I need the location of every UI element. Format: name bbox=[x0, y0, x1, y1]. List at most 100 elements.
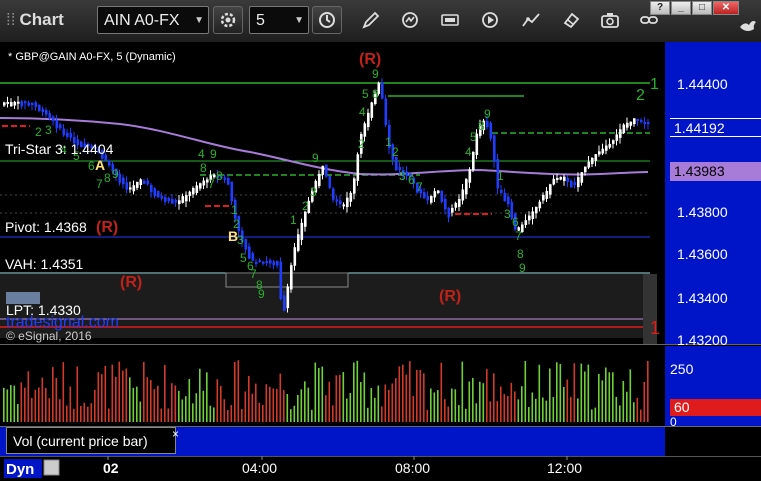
candle-body bbox=[122, 177, 125, 185]
volume-bar bbox=[433, 392, 436, 422]
candle-body bbox=[181, 196, 185, 203]
volume-bar bbox=[206, 372, 208, 422]
ma-price-tag: 1.43983 bbox=[670, 162, 761, 181]
settings-button[interactable] bbox=[213, 6, 243, 34]
candle-body bbox=[447, 207, 451, 218]
candle-body bbox=[356, 154, 360, 181]
volume-bar bbox=[255, 383, 257, 422]
camera-icon[interactable] bbox=[599, 9, 621, 31]
candle-body bbox=[342, 204, 346, 207]
svg-text:7: 7 bbox=[515, 229, 522, 243]
volume-bar bbox=[430, 388, 432, 422]
maximize-button[interactable]: □ bbox=[692, 1, 712, 15]
volume-bar bbox=[10, 385, 12, 422]
candle-body bbox=[612, 140, 615, 144]
volume-bar bbox=[475, 403, 478, 422]
volume-bar bbox=[111, 364, 114, 422]
candle-body bbox=[437, 190, 440, 194]
chart-area[interactable]: 2 34 567 8 9 4 9812356789 1239245 89123 6 7 4589… bbox=[0, 42, 761, 481]
symbol-selector[interactable]: AIN A0-FX ▼ bbox=[97, 6, 209, 34]
candle-body bbox=[549, 184, 552, 195]
calculator-icon[interactable] bbox=[439, 9, 461, 31]
volume-axis-label: 250 bbox=[670, 361, 694, 377]
svg-text:5: 5 bbox=[362, 87, 369, 101]
time-label: 04:00 bbox=[242, 460, 277, 476]
candle-body bbox=[566, 177, 570, 182]
candle-body bbox=[143, 180, 146, 184]
time-button[interactable] bbox=[312, 6, 342, 34]
volume-bar bbox=[34, 389, 37, 422]
volume-bar bbox=[426, 409, 429, 422]
minimize-button[interactable]: _ bbox=[671, 1, 691, 15]
grip-icon[interactable]: ⁞⁞ bbox=[6, 10, 15, 29]
volume-bar bbox=[167, 408, 170, 422]
candle-body bbox=[430, 196, 433, 203]
volume-bar bbox=[528, 407, 530, 422]
volume-bar bbox=[608, 372, 611, 422]
indicator-icon[interactable] bbox=[520, 9, 542, 31]
interval-value: 5 bbox=[256, 12, 265, 29]
candle-body bbox=[629, 121, 633, 126]
candle-body bbox=[325, 164, 328, 177]
svg-text:1: 1 bbox=[231, 203, 238, 217]
volume-bar bbox=[507, 396, 509, 422]
time-label: 02 bbox=[103, 460, 119, 476]
volume-bar bbox=[510, 382, 513, 422]
candle-body bbox=[367, 112, 370, 128]
volume-bar bbox=[521, 386, 523, 422]
refresh-icon[interactable] bbox=[399, 9, 421, 31]
volume-bar bbox=[153, 389, 156, 422]
help-button[interactable]: ? bbox=[650, 1, 670, 15]
lock-icon[interactable] bbox=[43, 459, 60, 476]
svg-text:9: 9 bbox=[312, 151, 319, 165]
pivot-label: Pivot: 1.4368 bbox=[5, 219, 87, 235]
volume-bar bbox=[90, 403, 93, 422]
candle-body bbox=[150, 184, 153, 193]
candle-body bbox=[591, 157, 594, 164]
play-icon[interactable] bbox=[479, 9, 501, 31]
close-icon[interactable]: × bbox=[172, 427, 179, 441]
volume-bar bbox=[174, 385, 177, 422]
eraser-icon[interactable] bbox=[560, 9, 582, 31]
candle-body bbox=[454, 202, 458, 208]
candle-body bbox=[125, 182, 129, 190]
interval-selector[interactable]: 5 ▼ bbox=[249, 6, 309, 34]
candle-body bbox=[503, 192, 507, 202]
volume-bar bbox=[458, 405, 460, 422]
candle-body bbox=[139, 179, 143, 185]
candle-body bbox=[199, 183, 202, 189]
pencil-icon[interactable] bbox=[360, 9, 382, 31]
candle-body bbox=[62, 128, 66, 136]
svg-text:1: 1 bbox=[290, 213, 297, 227]
candle-body bbox=[255, 261, 258, 264]
candle-body bbox=[622, 124, 626, 134]
candle-body bbox=[465, 179, 468, 195]
volume-panel-tab[interactable]: Vol (current price bar) bbox=[6, 427, 176, 454]
candle-body bbox=[6, 101, 10, 104]
volume-bar bbox=[45, 388, 47, 422]
close-button[interactable]: ✕ bbox=[713, 1, 739, 15]
volume-bar bbox=[479, 381, 481, 422]
candle-body bbox=[538, 201, 542, 209]
candle-body bbox=[440, 190, 444, 203]
volume-bar bbox=[269, 386, 271, 422]
svg-text:1: 1 bbox=[385, 135, 392, 149]
volume-bar bbox=[48, 398, 51, 422]
volume-bar bbox=[573, 363, 576, 422]
candle-body bbox=[339, 200, 342, 205]
candle-body bbox=[265, 261, 269, 264]
svg-text:6: 6 bbox=[88, 159, 95, 173]
volume-bar bbox=[409, 361, 411, 422]
candle-body bbox=[468, 169, 472, 183]
candle-body bbox=[31, 102, 34, 105]
volume-bar bbox=[192, 403, 194, 422]
svg-text:9: 9 bbox=[372, 67, 379, 81]
volume-bar bbox=[276, 389, 278, 422]
volume-bar bbox=[556, 362, 558, 422]
volume-bar bbox=[199, 368, 201, 422]
volume-bar bbox=[524, 361, 527, 422]
volume-bar bbox=[489, 401, 492, 422]
bird-icon[interactable] bbox=[737, 15, 759, 37]
svg-text:8: 8 bbox=[478, 119, 485, 133]
volume-bar bbox=[577, 398, 579, 422]
